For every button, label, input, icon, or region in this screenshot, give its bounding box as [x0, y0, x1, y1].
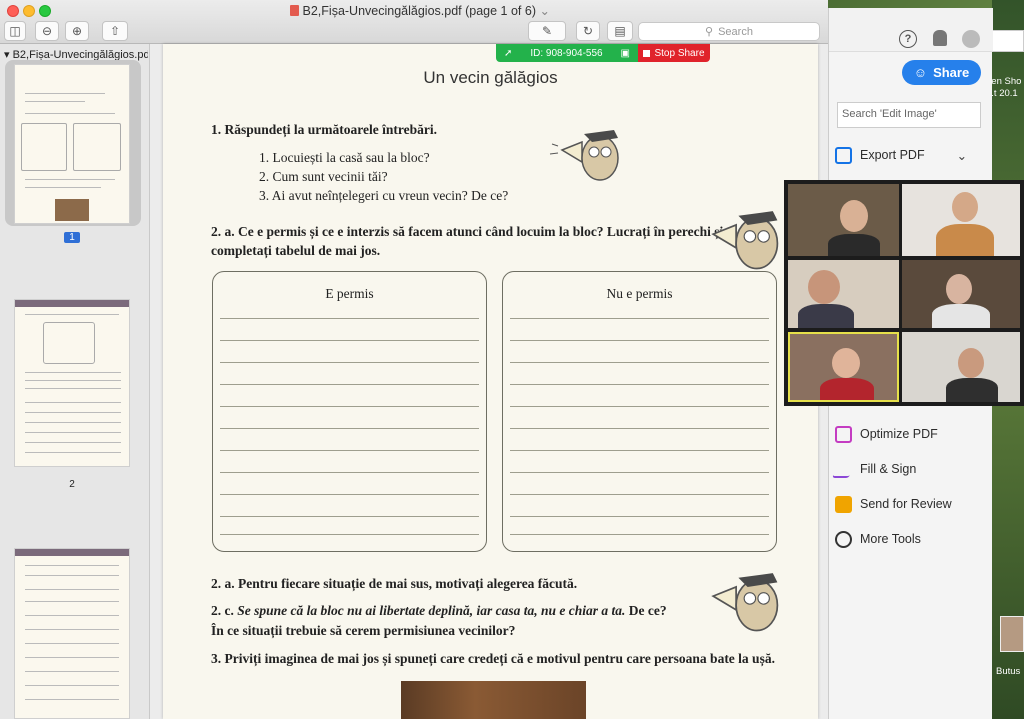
desktop-photo-icon[interactable]	[1000, 616, 1024, 652]
door-photo	[401, 681, 586, 719]
video-tile[interactable]	[902, 332, 1020, 402]
zoom-in-button[interactable]: ⊕	[65, 21, 89, 41]
question-1-item-3: 3. Ai avut neînțelegeri cu vreun vecin? …	[259, 188, 509, 203]
question-2a-line1: 2. a. Ce e permis și ce e interzis să fa…	[211, 224, 724, 239]
video-tile[interactable]	[788, 184, 899, 256]
rotate-icon: ↻	[582, 24, 594, 38]
question-2c: 2. c. Se spune că la bloc nu ai libertat…	[211, 601, 667, 621]
owl-megaphone-icon	[711, 573, 779, 632]
stop-share-label: Stop Share	[654, 47, 705, 59]
table-not-permitted: Nu e permis	[502, 271, 777, 552]
tool-label: Fill & Sign	[860, 462, 917, 476]
share-label: Share	[933, 65, 970, 80]
pdf-file-icon	[290, 5, 300, 16]
page-number-1[interactable]: 1	[64, 232, 80, 243]
question-3: 3. Priviți imaginea de mai jos și spuneț…	[211, 651, 775, 666]
tool-fill-sign[interactable]: Fill & Sign	[831, 458, 917, 480]
minimize-window-button[interactable]	[23, 5, 35, 17]
fill-sign-icon	[831, 460, 856, 478]
markup-button[interactable]: ✎	[528, 21, 566, 41]
video-tile[interactable]	[902, 260, 1020, 328]
table-permitted: E permis	[212, 271, 487, 552]
question-1: 1. Răspundeți la următoarele întrebări.	[211, 122, 437, 137]
desktop-label-3: Butus	[996, 666, 1021, 677]
video-tile[interactable]	[902, 184, 1020, 256]
search-field[interactable]: ⚲ Search	[638, 22, 820, 41]
toolbox-icon: ▤	[614, 24, 626, 38]
tools-search-input[interactable]: Search 'Edit Image'	[837, 102, 981, 128]
chevron-down-icon[interactable]: ⌄	[957, 148, 967, 163]
meeting-id-pill[interactable]: ➚ ID: 908-904-556 ▣	[496, 44, 638, 62]
send-review-icon	[835, 495, 852, 513]
question-1-item-1: 1. Locuiești la casă sau la bloc?	[259, 150, 430, 165]
tool-label: Send for Review	[860, 497, 952, 511]
avatar-icon[interactable]	[962, 30, 980, 48]
lock-icon: ▣	[620, 47, 630, 59]
rotate-button[interactable]: ↻	[576, 21, 600, 41]
window-title: B2,Fișa-Unvecingălăgios.pdf (page 1 of 6…	[290, 3, 550, 18]
tool-label: More Tools	[860, 532, 921, 546]
share-icon: ⇧	[109, 24, 121, 38]
share-document-button[interactable]: ⇧	[102, 21, 128, 41]
document-title: Un vecin gălăgios	[423, 68, 558, 87]
video-tile[interactable]	[788, 260, 899, 328]
more-tools-icon	[835, 530, 852, 548]
tool-more-tools[interactable]: More Tools	[835, 528, 921, 550]
stop-share-button[interactable]: Stop Share	[638, 44, 710, 62]
meeting-id-text: ID: 908-904-556	[530, 47, 603, 59]
help-icon[interactable]: ?	[899, 30, 917, 48]
title-chevron-icon[interactable]: ⌄	[539, 4, 549, 18]
video-gallery	[784, 180, 1024, 406]
q2c-prefix: 2. c.	[211, 603, 234, 618]
search-icon: ⚲	[705, 26, 714, 38]
zoom-out-icon: ⊖	[41, 24, 53, 38]
tool-optimize-pdf[interactable]: Optimize PDF	[835, 423, 938, 445]
thumbnail-page-2[interactable]	[14, 299, 130, 467]
preview-window: B2,Fișa-Unvecingălăgios.pdf (page 1 of 6…	[0, 0, 828, 719]
share-button[interactable]: ☺ Share	[902, 60, 981, 85]
q2c-italic: Se spune că la bloc nu ai libertate depl…	[237, 603, 626, 618]
toolbox-button[interactable]: ▤	[607, 21, 633, 41]
owl-megaphone-icon	[549, 130, 619, 181]
optimize-pdf-icon	[835, 425, 852, 443]
close-window-button[interactable]	[7, 5, 19, 17]
pdf-page[interactable]: Un vecin gălăgios 1. Răspundeți la următ…	[163, 44, 818, 719]
page-number-2[interactable]: 2	[64, 479, 80, 490]
question-2a-line2: completați tabelul de mai jos.	[211, 243, 381, 258]
zoom-out-button[interactable]: ⊖	[35, 21, 59, 41]
bell-icon[interactable]	[933, 30, 947, 46]
tool-export-pdf[interactable]: Export PDF ⌄	[835, 144, 967, 166]
zoom-window-button[interactable]	[39, 5, 51, 17]
add-person-icon: ☺	[913, 65, 928, 80]
sidebar-toggle-button[interactable]: ◫	[4, 21, 26, 41]
zoom-in-icon: ⊕	[71, 24, 83, 38]
owl-megaphone-icon	[711, 211, 779, 270]
thumbnail-sidebar: ▾ B2,Fișa-Unvecingălăgios.pdf 1 2	[0, 44, 150, 719]
disclosure-triangle-icon[interactable]: ▾	[4, 49, 10, 61]
stop-icon	[643, 49, 651, 57]
question-1-item-2: 2. Cum sunt vecinii tăi?	[259, 169, 388, 184]
zoom-pointer-icon: ➚	[504, 47, 513, 59]
window-titlebar: B2,Fișa-Unvecingălăgios.pdf (page 1 of 6…	[0, 0, 828, 44]
pen-icon: ✎	[541, 24, 553, 38]
question-2c-line2: În ce situații trebuie să cerem permisiu…	[211, 623, 516, 638]
export-pdf-icon	[835, 146, 852, 164]
column-header-not-permitted: Nu e permis	[606, 286, 673, 301]
zoom-share-bar: ➚ ID: 908-904-556 ▣ Stop Share	[496, 44, 710, 62]
thumbnail-page-1[interactable]	[14, 64, 130, 224]
column-header-permitted: E permis	[325, 286, 374, 301]
q2c-suffix: De ce?	[628, 603, 667, 618]
thumbnail-page-3[interactable]	[14, 548, 130, 719]
video-tile-active-speaker[interactable]	[788, 332, 899, 402]
tool-send-for-review[interactable]: Send for Review	[835, 493, 952, 515]
sidebar-icon: ◫	[9, 24, 21, 38]
window-title-text: B2,Fișa-Unvecingălăgios.pdf (page 1 of 6…	[302, 4, 536, 18]
search-placeholder: Search	[718, 25, 753, 38]
question-2a-b: 2. a. Pentru fiecare situație de mai sus…	[211, 576, 578, 591]
acrobat-header: ?	[829, 8, 993, 52]
tool-label: Export PDF	[860, 148, 925, 162]
desktop-file-icon[interactable]	[992, 30, 1024, 52]
tool-label: Optimize PDF	[860, 427, 938, 441]
